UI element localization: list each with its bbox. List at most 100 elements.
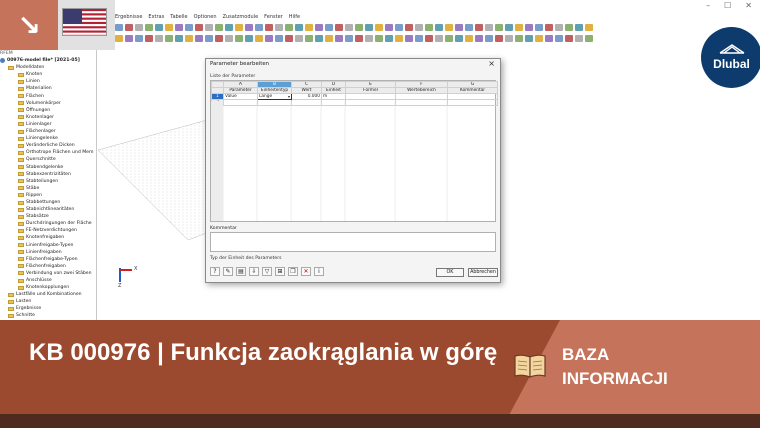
tree-item[interactable]: Veränderliche Dicken [0,142,96,149]
toolbar-button-icon[interactable] [205,35,213,42]
tree-item[interactable]: Verbindung von zwei Stäben [0,270,96,277]
tree-item[interactable]: Lasten [0,298,96,305]
toolbar-button-icon[interactable] [365,24,373,31]
filter-icon[interactable]: ▽ [262,267,272,276]
toolbar-button-icon[interactable] [165,35,173,42]
toolbar-button-icon[interactable] [425,24,433,31]
tree-item[interactable]: Flächenfreigabe-Typen [0,256,96,263]
toolbar-button-icon[interactable] [545,35,553,42]
toolbar-button-icon[interactable] [175,35,183,42]
toolbar-button-icon[interactable] [135,24,143,31]
tree-item[interactable]: Durchdringungen der Fläche [0,220,96,227]
toolbar-button-icon[interactable] [455,35,463,42]
toolbar-button-icon[interactable] [485,24,493,31]
toolbar-button-icon[interactable] [465,24,473,31]
toolbar-button-icon[interactable] [155,24,163,31]
toolbar-button-icon[interactable] [445,35,453,42]
tree-item[interactable]: Flächenlager [0,128,96,135]
toolbar-button-icon[interactable] [385,35,393,42]
tree-item[interactable]: Rippen [0,192,96,199]
toolbar-button-icon[interactable] [275,35,283,42]
copy-icon[interactable]: ❐ [288,267,298,276]
tree-item[interactable]: Liniengelenke [0,135,96,142]
menu-item[interactable]: Fenster [264,12,283,22]
toolbar-button-icon[interactable] [305,35,313,42]
tree-item[interactable]: Knotenfreigaben [0,234,96,241]
toolbar-button-icon[interactable] [365,35,373,42]
close-icon[interactable]: × [488,59,495,68]
tree-root[interactable]: 00976-model file* [2021-05] [0,57,96,64]
toolbar-button-icon[interactable] [295,35,303,42]
toolbar-button-icon[interactable] [555,35,563,42]
menu-item[interactable]: Ergebnisse [115,12,142,22]
help-icon[interactable]: ? [210,267,220,276]
toolbar-button-icon[interactable] [415,24,423,31]
toolbar-button-icon[interactable] [305,24,313,31]
toolbar-button-icon[interactable] [215,35,223,42]
tree-item[interactable]: Stabendgelenke [0,164,96,171]
tree-item[interactable]: Modelldaten [0,64,96,71]
toolbar-button-icon[interactable] [395,24,403,31]
toolbar-button-icon[interactable] [385,24,393,31]
toolbar-button-icon[interactable] [325,24,333,31]
comment-field[interactable] [210,232,496,252]
toolbar-button-icon[interactable] [175,24,183,31]
toolbar-button-icon[interactable] [355,24,363,31]
toolbar-button-icon[interactable] [265,35,273,42]
toolbar-button-icon[interactable] [515,24,523,31]
toolbar-button-icon[interactable] [185,35,193,42]
tree-item[interactable]: Lastfälle und Kombinationen [0,291,96,298]
toolbar-button-icon[interactable] [345,24,353,31]
tree-item[interactable]: Linienfreigaben [0,249,96,256]
toolbar-button-icon[interactable] [325,35,333,42]
toolbar-button-icon[interactable] [275,24,283,31]
tree-item[interactable]: Flächenfreigaben [0,263,96,270]
maximize-icon[interactable]: ☐ [724,1,731,10]
tree-item[interactable]: Knotenlager [0,114,96,121]
toolbar-button-icon[interactable] [145,35,153,42]
toolbar-button-icon[interactable] [265,24,273,31]
toolbar-button-icon[interactable] [495,35,503,42]
tree-item[interactable]: Materialien [0,85,96,92]
import-icon[interactable]: ⇩ [249,267,259,276]
toolbar-button-icon[interactable] [495,24,503,31]
toolbar-button-icon[interactable] [465,35,473,42]
toolbar-button-icon[interactable] [125,24,133,31]
toolbar-button-icon[interactable] [245,24,253,31]
toolbar-button-icon[interactable] [195,35,203,42]
tree-item[interactable]: Orthotrope Flächen und Mem [0,149,96,156]
toolbar-button-icon[interactable] [315,35,323,42]
delete-icon[interactable]: ✕ [301,267,311,276]
toolbar-button-icon[interactable] [455,24,463,31]
toolbar-button-icon[interactable] [395,35,403,42]
tree-item[interactable]: Linienfreigabe-Typen [0,242,96,249]
cancel-button[interactable]: Abbrechen [468,268,498,277]
close-window-icon[interactable]: ✕ [745,1,752,10]
tree-item[interactable]: FE-Netzverdichtungen [0,227,96,234]
toolbar-button-icon[interactable] [235,24,243,31]
toolbar-button-icon[interactable] [145,24,153,31]
toolbar-button-icon[interactable] [335,24,343,31]
toolbar-button-icon[interactable] [475,35,483,42]
tree-item[interactable]: Ergebnisse [0,305,96,312]
toolbar-button-icon[interactable] [375,24,383,31]
toolbar-button-icon[interactable] [245,35,253,42]
toolbar-button-icon[interactable] [255,35,263,42]
toolbar-button-icon[interactable] [565,24,573,31]
toolbar-button-icon[interactable] [335,35,343,42]
toolbar-button-icon[interactable] [405,24,413,31]
toolbar-button-icon[interactable] [165,24,173,31]
toolbar-button-icon[interactable] [505,35,513,42]
toolbar-button-icon[interactable] [425,35,433,42]
toolbar-button-icon[interactable] [575,35,583,42]
toolbar-button-icon[interactable] [515,35,523,42]
toolbar-button-icon[interactable] [345,35,353,42]
toolbar-button-icon[interactable] [555,24,563,31]
toolbar-button-icon[interactable] [575,24,583,31]
toolbar-button-icon[interactable] [115,35,123,42]
toolbar-button-icon[interactable] [195,24,203,31]
edit-icon[interactable]: ✎ [223,267,233,276]
toolbar-button-icon[interactable] [585,24,593,31]
tree-item[interactable]: Linien [0,78,96,85]
toolbar-button-icon[interactable] [435,35,443,42]
